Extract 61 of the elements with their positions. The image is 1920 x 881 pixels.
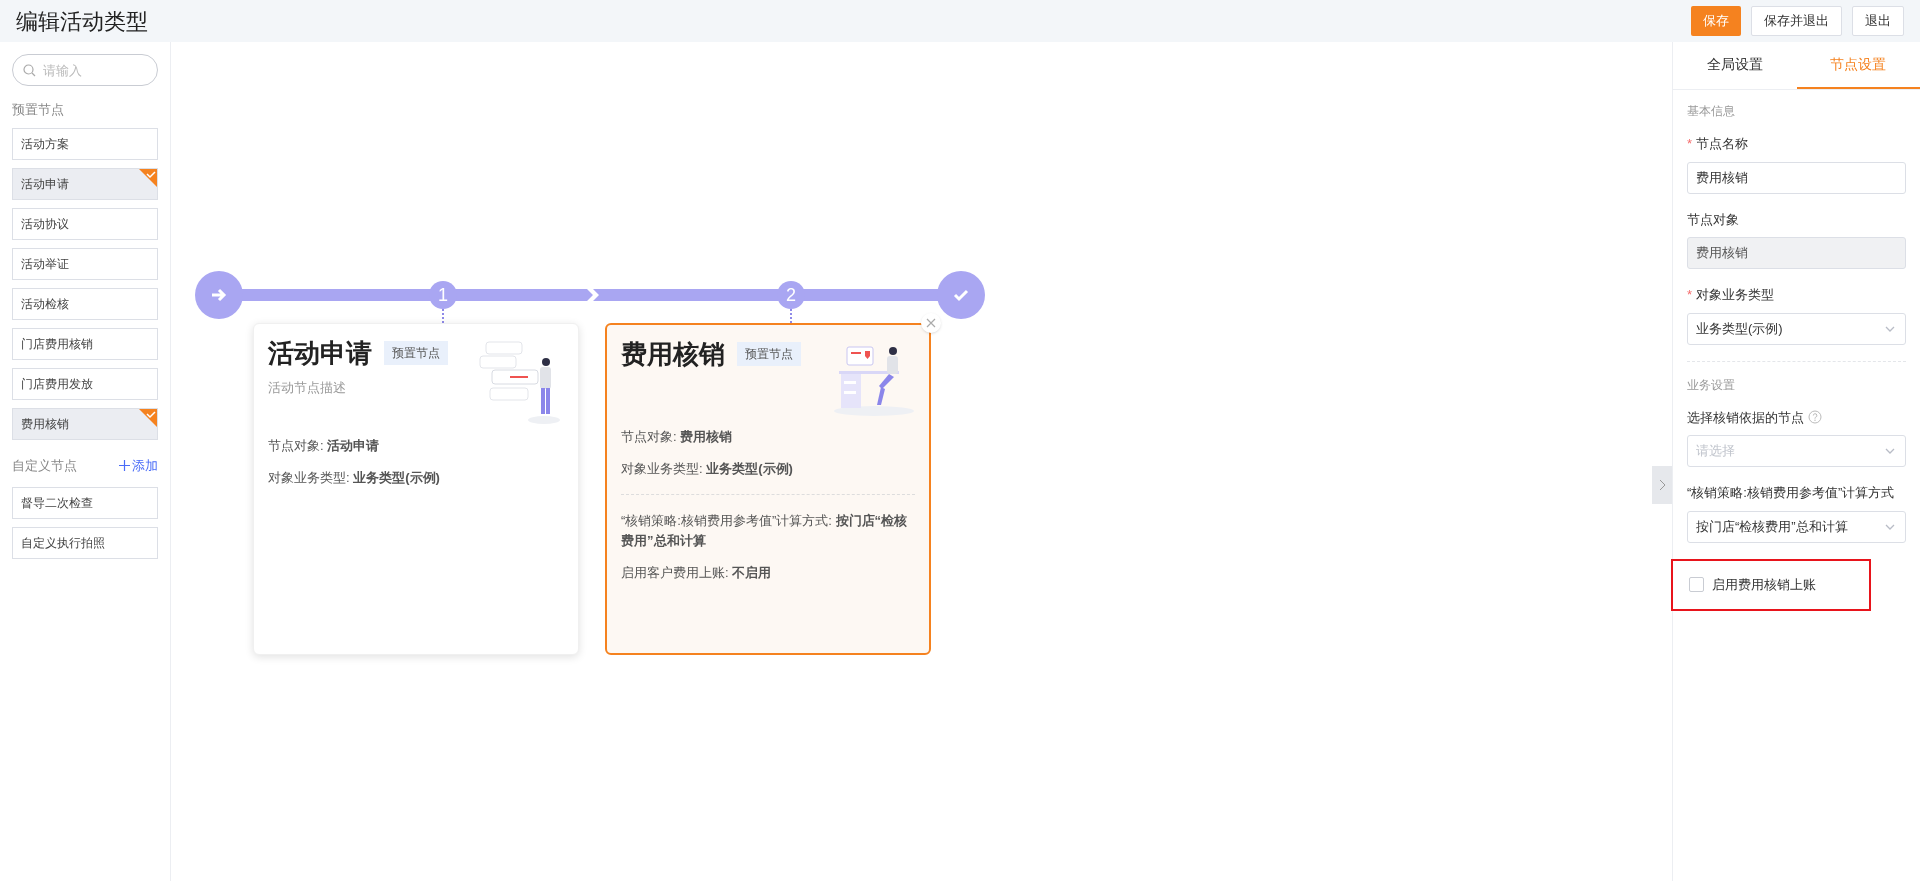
card-field: 对象业务类型: 业务类型(示例) — [621, 458, 915, 478]
card-field: 启用客户费用上账: 不启用 — [621, 563, 915, 583]
settings-tab[interactable]: 全局设置 — [1673, 42, 1797, 89]
card-field: 对象业务类型: 业务类型(示例) — [268, 467, 564, 487]
node-list-item[interactable]: 活动协议 — [12, 207, 158, 240]
header-button[interactable]: 保存并退出 — [1751, 6, 1842, 36]
search-icon — [23, 64, 36, 77]
add-link[interactable]: 添加 — [119, 455, 158, 475]
node-list-item[interactable]: 督导二次检查 — [12, 487, 158, 519]
required-mark: * — [1687, 286, 1693, 304]
section-title: 自定义节点 — [12, 456, 77, 475]
start-icon — [195, 271, 243, 319]
step-number: 1 — [429, 281, 457, 309]
select-field[interactable]: 按门店“检核费用”总和计算 — [1687, 510, 1906, 543]
checked-corner-icon — [139, 408, 157, 427]
field-label: 节点名称 — [1696, 135, 1749, 153]
node-list-item[interactable]: 活动方案 — [12, 127, 158, 160]
checkbox[interactable] — [1689, 577, 1704, 592]
text-field[interactable]: 费用核销 — [1687, 161, 1906, 194]
close-button[interactable] — [921, 313, 941, 333]
node-list-item[interactable]: 活动检核 — [12, 287, 158, 320]
header-button[interactable]: 退出 — [1852, 6, 1904, 36]
node-list-item[interactable]: 活动举证 — [12, 247, 158, 280]
card-field: 节点对象: 活动申请 — [268, 436, 564, 456]
step-number: 2 — [777, 281, 805, 309]
field-label: “核销策略:核销费用参考值”计算方式 — [1687, 484, 1895, 502]
node-list-item[interactable]: 门店费用核销 — [12, 327, 158, 360]
page-title: 编辑活动类型 — [16, 7, 148, 36]
field-label: 节点对象 — [1687, 210, 1739, 229]
required-mark: * — [1687, 135, 1693, 153]
node-card[interactable]: 活动申请 预置节点 活动节点描述 节点对象: 活动申请 对象业务类型: 业务类型(示例) — [253, 323, 579, 655]
collapse-handle[interactable] — [1652, 466, 1672, 504]
checked-corner-icon — [139, 168, 157, 187]
node-list-item[interactable]: 活动申请 — [12, 167, 158, 200]
preset-tag: 预置节点 — [384, 341, 448, 365]
chevron-right-icon — [1658, 479, 1666, 491]
select-field[interactable]: 业务类型(示例) — [1687, 312, 1906, 345]
preset-tag: 预置节点 — [737, 342, 801, 366]
card-field: “核销策略:核销费用参考值”计算方式: 按门店“检核费用”总和计算 — [621, 511, 915, 551]
card-description: 活动节点描述 — [268, 379, 347, 397]
search-field[interactable]: 请输入 — [12, 54, 158, 86]
card-title: 活动申请 — [268, 340, 372, 366]
end-check-icon — [937, 271, 985, 319]
field-label: 对象业务类型 — [1696, 286, 1775, 304]
card-title: 费用核销 — [621, 341, 725, 367]
select-value: 业务类型(示例) — [1696, 319, 1783, 338]
select-value: 按门店“检核费用”总和计算 — [1696, 517, 1848, 536]
node-list-item[interactable]: 自定义执行拍照 — [12, 527, 158, 559]
section-title: 预置节点 — [12, 101, 65, 119]
close-icon — [926, 318, 936, 328]
node-list-item[interactable]: 费用核销 — [12, 407, 158, 440]
select-placeholder: 请选择 — [1696, 442, 1735, 461]
node-card[interactable]: 费用核销 预置节点 节点对象: 费用核销 对象业务类型: 业务类型(示例) “核销策略:核销费用参考值”计算方式: 按门店“检核费用”总和计算 启用客户费用上账: 不启用 — [605, 323, 931, 655]
field-label: 选择核销依据的节点 — [1687, 408, 1804, 427]
plus-icon — [119, 459, 130, 471]
section-heading: 基本信息 — [1687, 103, 1736, 120]
card-field: 节点对象: 费用核销 — [621, 427, 915, 447]
checkbox-label: 启用费用核销上账 — [1712, 575, 1816, 594]
section-heading: 业务设置 — [1687, 376, 1736, 394]
node-list-item[interactable]: 门店费用发放 — [12, 367, 158, 400]
disabled-field: 费用核销 — [1687, 237, 1906, 269]
